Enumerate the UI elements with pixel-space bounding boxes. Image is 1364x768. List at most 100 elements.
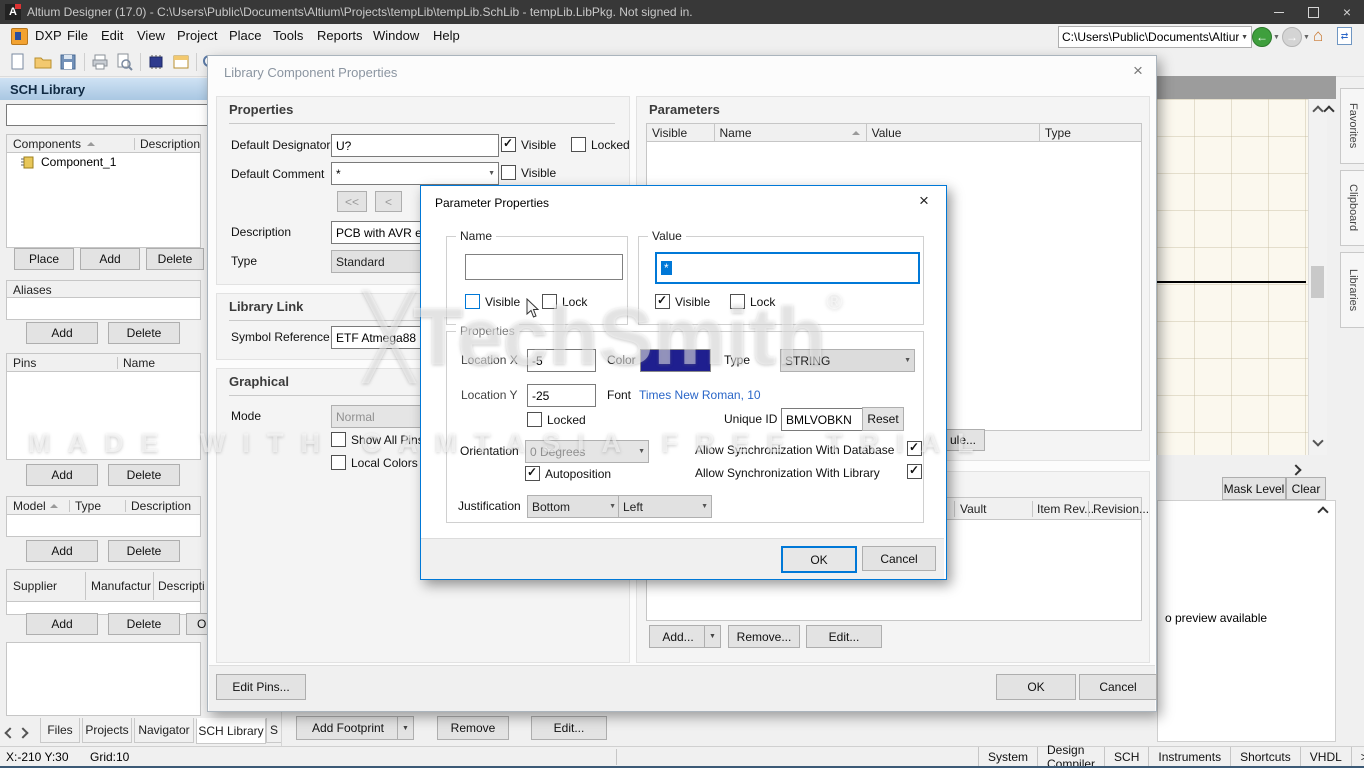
location-y-input[interactable]: -25 [527, 384, 596, 407]
pins-list[interactable] [6, 371, 201, 460]
justification-vertical-dropdown[interactable]: Bottom▼ [527, 495, 620, 518]
address-dropdown-icon[interactable]: ▼ [1241, 34, 1248, 41]
param-dialog-cancel-button[interactable]: Cancel [862, 546, 936, 571]
lib-dialog-cancel-button[interactable]: Cancel [1079, 674, 1157, 700]
new-document-icon[interactable] [8, 52, 28, 72]
open-document-icon[interactable] [33, 52, 53, 72]
panel-button-more[interactable]: >> [1351, 747, 1364, 767]
menu-project[interactable]: Project [170, 24, 224, 48]
scroll-down-icon[interactable] [1312, 435, 1323, 446]
tab-truncated[interactable]: S [266, 718, 282, 743]
default-designator-input[interactable]: U? [331, 134, 499, 157]
side-tab-libraries[interactable]: Libraries [1340, 252, 1364, 328]
print-icon[interactable] [90, 52, 110, 72]
font-link[interactable]: Times New Roman, 10 [639, 388, 761, 402]
tabs-scroll-right-icon[interactable] [19, 726, 27, 740]
delete-component-button[interactable]: Delete [146, 248, 204, 270]
edit-footprint-button[interactable]: Edit... [531, 716, 607, 740]
add-component-button[interactable]: Add [80, 248, 140, 270]
tab-files[interactable]: Files [40, 718, 80, 743]
address-bar[interactable]: C:\Users\Public\Documents\Altiur ▼ [1058, 26, 1252, 48]
delete-supplier-button[interactable]: Delete [108, 613, 180, 635]
components-list-header[interactable]: Components Description [6, 134, 201, 154]
remove-footprint-button[interactable]: Remove [437, 716, 509, 740]
delete-pin-button[interactable]: Delete [108, 464, 180, 486]
reset-unique-id-button[interactable]: Reset [862, 407, 904, 431]
orientation-dropdown[interactable]: 0 Degrees▼ [525, 440, 649, 463]
maximize-button[interactable] [1296, 0, 1330, 24]
show-all-pins-checkbox[interactable]: Show All Pins [331, 432, 424, 447]
add-model-dropdown-button[interactable]: ▼ [704, 625, 721, 648]
designator-locked-checkbox[interactable]: Locked [571, 137, 630, 152]
param-type-dropdown[interactable]: STRING▼ [780, 349, 915, 372]
side-tab-clipboard[interactable]: Clipboard [1340, 170, 1364, 246]
menu-tools[interactable]: Tools [266, 24, 310, 48]
dropdown-arrow-icon[interactable]: ▼ [488, 170, 495, 177]
panels-icon[interactable] [171, 52, 191, 72]
model-list-header[interactable]: Model Type Description [6, 496, 201, 516]
favorites-sync-icon[interactable]: ⇄ [1337, 27, 1352, 45]
value-lock-checkbox[interactable]: Lock [730, 294, 775, 309]
expand-right-icon[interactable] [1292, 463, 1300, 477]
mask-level-button[interactable]: Mask Level [1222, 477, 1286, 500]
name-visible-checkbox[interactable]: Visible [465, 294, 520, 309]
forward-button[interactable]: → [1282, 27, 1302, 47]
minimize-button[interactable] [1262, 0, 1296, 24]
add-model-dialog-button[interactable]: Add... [649, 625, 707, 648]
collapse-panel-icon[interactable] [1319, 505, 1327, 519]
forward-dropdown-icon[interactable]: ▼ [1303, 34, 1310, 41]
panel-button-vhdl[interactable]: VHDL [1300, 747, 1351, 767]
lib-dialog-close-icon[interactable]: × [1133, 61, 1143, 81]
menu-view[interactable]: View [130, 24, 172, 48]
component-filter-input[interactable] [6, 104, 209, 126]
save-icon[interactable] [58, 52, 78, 72]
parameter-value-input[interactable]: * [655, 252, 920, 284]
edit-model-dialog-button[interactable]: Edit... [806, 625, 882, 648]
nav-first-button[interactable]: << [337, 191, 367, 212]
justification-horizontal-dropdown[interactable]: Left▼ [618, 495, 712, 518]
menu-file[interactable]: File [60, 24, 95, 48]
panel-button-shortcuts[interactable]: Shortcuts [1230, 747, 1300, 767]
scroll-up-icon[interactable] [1312, 105, 1323, 116]
param-locked-checkbox[interactable]: Locked [527, 412, 586, 427]
pins-list-header[interactable]: Pins Name [6, 353, 201, 373]
add-alias-button[interactable]: Add [26, 322, 98, 344]
color-swatch[interactable] [640, 349, 711, 372]
location-x-input[interactable]: -5 [527, 349, 596, 372]
vertical-scrollbar[interactable] [1308, 99, 1327, 455]
dxp-icon[interactable] [11, 28, 28, 45]
components-list[interactable]: Component_1 [6, 152, 201, 248]
menu-place[interactable]: Place [222, 24, 269, 48]
component-row[interactable]: Component_1 [7, 153, 200, 169]
tab-projects[interactable]: Projects [82, 718, 132, 743]
panel-button-design-compiler[interactable]: Design Compiler [1037, 747, 1104, 767]
designator-visible-checkbox[interactable]: Visible [501, 137, 556, 152]
autoposition-checkbox[interactable]: Autoposition [525, 466, 611, 481]
aliases-list[interactable] [6, 297, 201, 320]
model-list[interactable] [6, 514, 201, 537]
panel-button-sch[interactable]: SCH [1104, 747, 1148, 767]
sync-database-checkbox[interactable] [907, 441, 922, 456]
sync-library-checkbox[interactable] [907, 464, 922, 479]
clear-button[interactable]: Clear [1286, 477, 1326, 500]
components-icon[interactable] [146, 52, 166, 72]
add-model-button[interactable]: Add [26, 540, 98, 562]
menu-help[interactable]: Help [426, 24, 467, 48]
parameter-name-input[interactable] [465, 254, 623, 280]
comment-visible-checkbox[interactable]: Visible [501, 165, 556, 180]
add-footprint-dropdown-button[interactable]: ▼ [397, 716, 414, 740]
menu-reports[interactable]: Reports [310, 24, 370, 48]
value-visible-checkbox[interactable]: Visible [655, 294, 710, 309]
side-tab-favorites[interactable]: Favorites [1340, 88, 1364, 164]
collapse-up-icon[interactable] [1325, 104, 1333, 118]
back-dropdown-icon[interactable]: ▼ [1273, 34, 1280, 41]
nav-prev-button[interactable]: < [375, 191, 402, 212]
add-as-rule-button[interactable]: ule... [941, 429, 985, 451]
edit-pins-button[interactable]: Edit Pins... [216, 674, 306, 700]
home-icon[interactable]: ⌂ [1313, 26, 1323, 46]
tabs-scroll-left-icon[interactable] [6, 726, 14, 740]
add-supplier-button[interactable]: Add [26, 613, 98, 635]
panel-button-system[interactable]: System [978, 747, 1037, 767]
param-dialog-close-icon[interactable]: × [919, 191, 929, 211]
menu-window[interactable]: Window [366, 24, 426, 48]
